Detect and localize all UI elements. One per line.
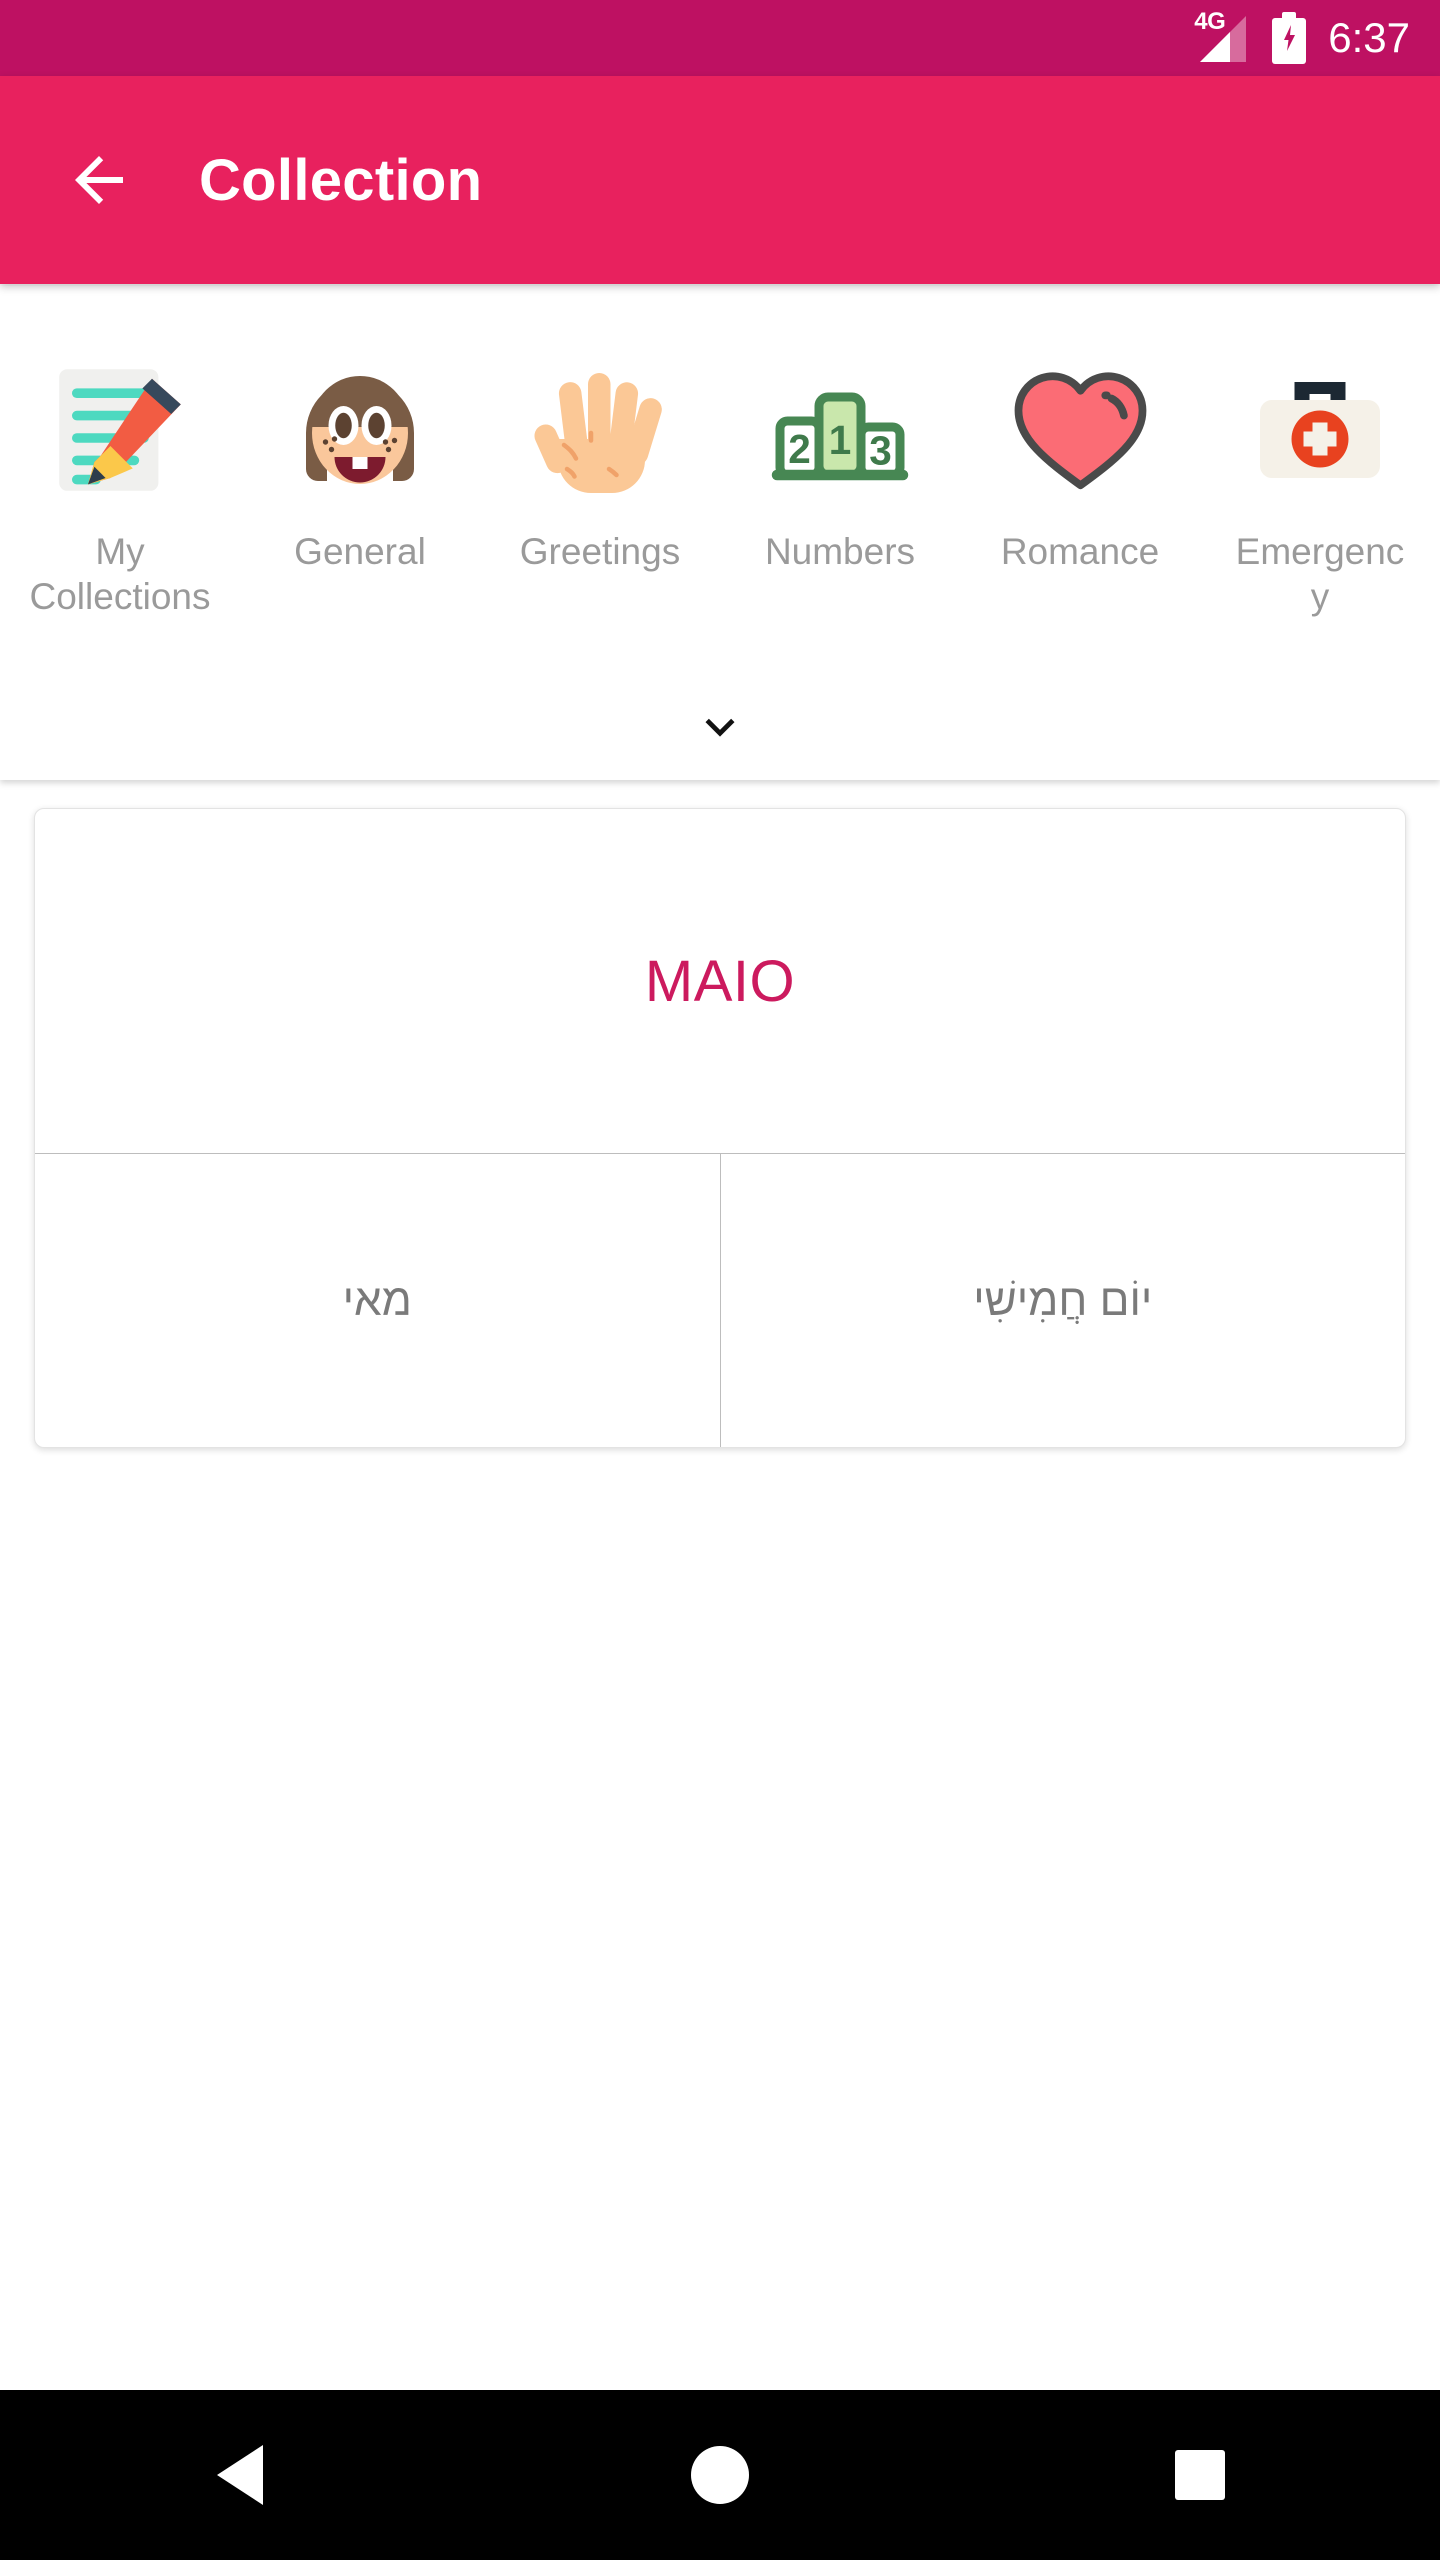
category-item-numbers[interactable]: 2 1 3 Numbers [720, 342, 960, 619]
back-arrow-icon [75, 156, 123, 204]
signal-icon: 4G [1194, 10, 1250, 64]
category-item-my-collections[interactable]: My Collections [0, 342, 240, 619]
translation-cell-right[interactable]: יוֹם חֲמִישִׁי [721, 1154, 1406, 1447]
category-item-greetings[interactable]: Greetings [480, 342, 720, 619]
category-panel: My Collections General Greetings 2 1 3 N… [0, 286, 1440, 780]
nav-recents-button[interactable] [1100, 2390, 1300, 2560]
category-label: Emergency [1235, 531, 1405, 618]
translation-text-left: מאי [342, 1275, 412, 1325]
category-label: Numbers [764, 531, 916, 572]
status-bar-clock: 6:37 [1328, 14, 1410, 61]
page-title: Collection [199, 147, 483, 213]
charging-bolt-icon [1284, 25, 1296, 51]
category-item-romance[interactable]: Romance [960, 342, 1200, 619]
category-label: Romance [1000, 531, 1160, 572]
girl-face-icon [273, 342, 448, 517]
phrase-card-headline: MAIO [35, 809, 1405, 1154]
svg-text:3: 3 [869, 427, 892, 473]
nav-back-button[interactable] [140, 2390, 340, 2560]
back-button[interactable] [44, 125, 154, 235]
first-aid-kit-icon [1233, 342, 1408, 517]
expand-categories-button[interactable] [0, 698, 1440, 756]
battery-charging-icon [1272, 12, 1307, 64]
status-bar: 4G 6:37 [0, 0, 1440, 76]
podium-123-icon: 2 1 3 [753, 342, 928, 517]
app-bar: Collection [0, 76, 1440, 284]
svg-text:2: 2 [788, 426, 811, 472]
svg-text:1: 1 [829, 417, 852, 463]
status-bar-icons: 4G 6:37 [1194, 10, 1410, 64]
signal-bars-filled [1200, 32, 1231, 62]
heart-icon [993, 342, 1168, 517]
triangle-back-icon [217, 2445, 263, 2505]
nav-home-button[interactable] [620, 2390, 820, 2560]
circle-home-icon [691, 2446, 749, 2504]
phrase-word: MAIO [644, 948, 796, 1014]
category-list: My Collections General Greetings 2 1 3 N… [0, 286, 1440, 619]
notepad-pencil-icon [33, 342, 208, 517]
chevron-down-icon [705, 718, 735, 737]
phrase-card[interactable]: MAIO מאי יוֹם חֲמִישִׁי [34, 808, 1406, 1448]
category-item-emergency[interactable]: Emergency [1200, 342, 1440, 619]
phrase-card-translations: מאי יוֹם חֲמִישִׁי [35, 1154, 1405, 1447]
category-label: General [294, 531, 426, 572]
translation-text-right: יוֹם חֲמִישִׁי [973, 1275, 1153, 1325]
translation-cell-left[interactable]: מאי [35, 1154, 721, 1447]
category-item-general[interactable]: General [240, 342, 480, 619]
android-navigation-bar [0, 2390, 1440, 2560]
category-label: My Collections [29, 531, 211, 618]
square-recents-icon [1175, 2450, 1225, 2500]
category-label: Greetings [519, 531, 681, 572]
raised-hand-icon [513, 342, 688, 517]
